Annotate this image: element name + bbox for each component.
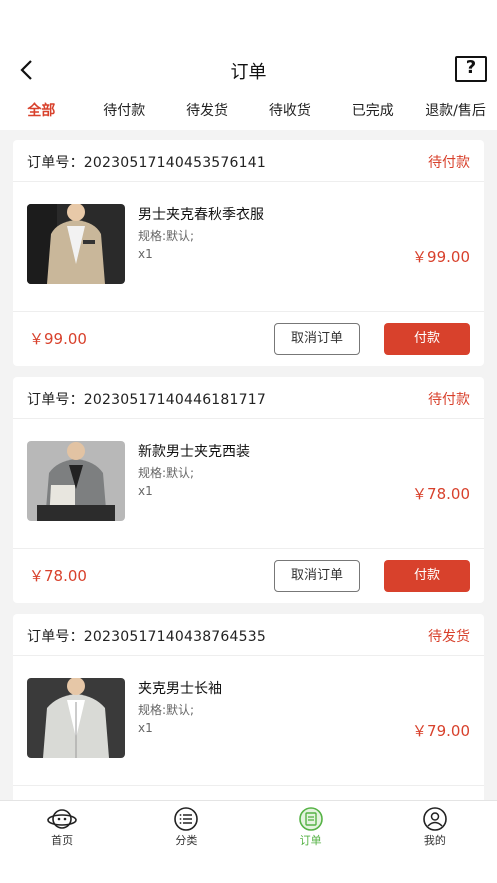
order-number: 订单号：20230517140446181717 <box>27 392 266 408</box>
order-card: 订单号：20230517140453576141 待付款 男士夹克春秋季衣服 规… <box>13 140 484 366</box>
order-status: 待发货 <box>428 629 470 645</box>
tabbar-label: 首页 <box>51 834 74 847</box>
product-price: ￥78.00 <box>412 485 470 503</box>
product-image <box>27 678 125 758</box>
tabbar-label: 订单 <box>299 834 322 847</box>
tabbar-profile[interactable]: 我的 <box>373 801 497 883</box>
order-header: 订单号：20230517140453576141 待付款 <box>13 140 484 182</box>
tabbar-label: 我的 <box>423 834 446 847</box>
product-name: 男士夹克春秋季衣服 <box>138 207 264 223</box>
tabbar-label: 分类 <box>175 834 198 847</box>
help-button[interactable]: ? <box>455 56 487 82</box>
product-spec: 规格:默认; <box>138 229 195 243</box>
product-price: ￥79.00 <box>412 722 470 740</box>
tab-pending-payment[interactable]: 待付款 <box>83 96 166 130</box>
product-spec: 规格:默认; <box>138 703 195 717</box>
order-status: 待付款 <box>428 392 470 408</box>
product-price: ￥99.00 <box>412 248 470 266</box>
order-header: 订单号：20230517140446181717 待付款 <box>13 377 484 419</box>
list-icon <box>174 807 199 831</box>
order-tabs: 全部 待付款 待发货 待收货 已完成 退款/售后 <box>0 96 497 130</box>
nav-bar: 订单 ? <box>0 44 497 96</box>
order-icon <box>298 807 323 831</box>
status-bar <box>0 0 497 44</box>
product-name: 夹克男士长袖 <box>138 681 222 697</box>
product-qty: x1 <box>138 721 153 735</box>
tab-all[interactable]: 全部 <box>0 96 83 130</box>
order-footer: ￥99.00 取消订单 付款 <box>13 312 484 365</box>
order-item[interactable]: 男士夹克春秋季衣服 规格:默认; x1 ￥99.00 <box>13 182 484 312</box>
order-list: 订单号：20230517140453576141 待付款 男士夹克春秋季衣服 规… <box>13 140 484 851</box>
order-status: 待付款 <box>428 155 470 171</box>
product-spec: 规格:默认; <box>138 466 195 480</box>
product-qty: x1 <box>138 247 153 261</box>
cancel-order-button[interactable]: 取消订单 <box>274 323 360 355</box>
order-number: 订单号：20230517140438764535 <box>27 629 266 645</box>
order-number: 订单号：20230517140453576141 <box>27 155 266 171</box>
product-name: 新款男士夹克西装 <box>138 444 250 460</box>
tabbar-orders[interactable]: 订单 <box>249 801 373 883</box>
order-total: ￥78.00 <box>29 567 87 585</box>
order-item[interactable]: 夹克男士长袖 规格:默认; x1 ￥79.00 <box>13 656 484 786</box>
bottom-tab-bar: 首页 分类 订单 我的 <box>0 800 497 883</box>
tabbar-home[interactable]: 首页 <box>0 801 124 883</box>
product-qty: x1 <box>138 484 153 498</box>
tabbar-category[interactable]: 分类 <box>124 801 248 883</box>
product-image <box>27 441 125 521</box>
pay-button[interactable]: 付款 <box>384 323 470 355</box>
cancel-order-button[interactable]: 取消订单 <box>274 560 360 592</box>
order-header: 订单号：20230517140438764535 待发货 <box>13 614 484 656</box>
page-title: 订单 <box>230 62 267 83</box>
tab-refund[interactable]: 退款/售后 <box>414 96 497 130</box>
order-card: 订单号：20230517140446181717 待付款 新款男士夹克西装 规格… <box>13 377 484 603</box>
order-total: ￥99.00 <box>29 330 87 348</box>
tab-pending-receipt[interactable]: 待收货 <box>248 96 331 130</box>
user-icon <box>423 807 447 831</box>
order-footer: ￥78.00 取消订单 付款 <box>13 549 484 602</box>
tab-completed[interactable]: 已完成 <box>331 96 414 130</box>
tab-pending-shipment[interactable]: 待发货 <box>166 96 249 130</box>
planet-icon <box>47 809 77 829</box>
order-item[interactable]: 新款男士夹克西装 规格:默认; x1 ￥78.00 <box>13 419 484 549</box>
product-image <box>27 204 125 284</box>
pay-button[interactable]: 付款 <box>384 560 470 592</box>
